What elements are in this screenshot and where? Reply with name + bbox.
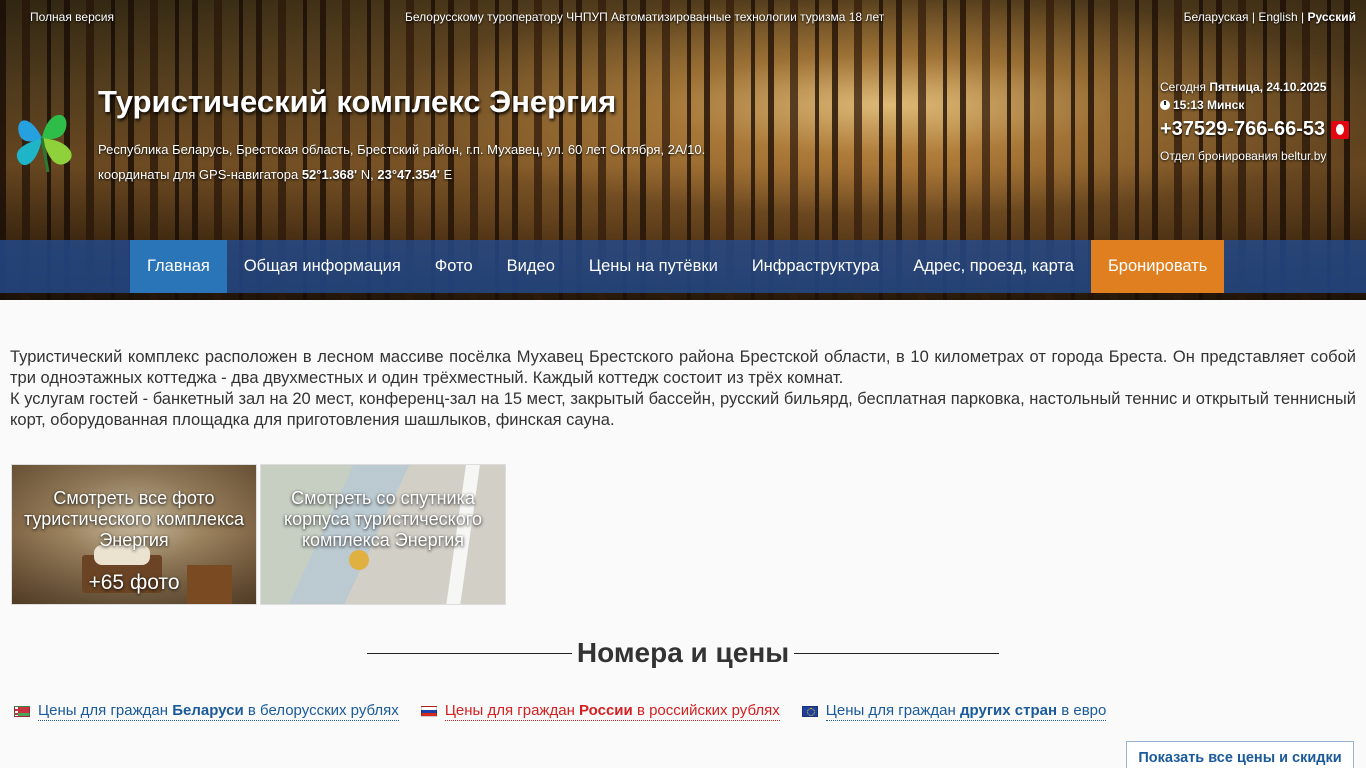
phone-value[interactable]: +37529-766-66-53 (1160, 118, 1325, 141)
section-title: Номера и цены (576, 637, 790, 668)
lang-english[interactable]: English (1258, 10, 1297, 24)
prices-russia-post: в российских рублях (636, 702, 780, 719)
price-links: Цены для граждан Беларуси в белорусских … (14, 702, 1107, 721)
coords-lat-suffix: N, (360, 167, 374, 182)
prices-other-link[interactable]: Цены для граждан других стран в евро (801, 702, 1107, 721)
intro-paragraph-1: Туристический комплекс расположен в лесн… (10, 348, 1356, 387)
clock-icon (1160, 100, 1170, 110)
prices-belarus-link[interactable]: Цены для граждан Беларуси в белорусских … (14, 702, 399, 721)
prices-belarus-post: в белорусских рублях (247, 702, 399, 719)
lang-russian[interactable]: Русский (1308, 10, 1357, 24)
nav-item-prices[interactable]: Цены на путёвки (572, 240, 735, 293)
clover-logo-icon[interactable] (8, 100, 78, 174)
site-header: Полная версия Белорусскому туроператору … (0, 0, 1366, 300)
gps-coordinates: координаты для GPS-навигатора 52°1.368' … (98, 167, 452, 182)
prices-russia-link[interactable]: Цены для граждан России в российских руб… (420, 702, 780, 721)
prices-other-text[interactable]: Цены для граждан других стран в евро (825, 702, 1107, 721)
nav-item-photo[interactable]: Фото (418, 240, 490, 293)
nav-item-book[interactable]: Бронировать (1090, 240, 1225, 293)
nav-item-infrastructure[interactable]: Инфраструктура (735, 240, 897, 293)
mts-operator-icon (1331, 120, 1350, 139)
intro-paragraph-2: К услугам гостей - банкетный зал на 20 м… (10, 390, 1356, 429)
prices-russia-pre: Цены для граждан (444, 702, 575, 719)
today-date: Сегодня Пятница, 24.10.2025 (1160, 80, 1349, 94)
prices-other-post: в евро (1061, 702, 1107, 719)
prices-other-country: других стран (959, 702, 1058, 719)
contact-info: Сегодня Пятница, 24.10.2025 15:13 Минск … (1160, 80, 1350, 163)
address: Республика Беларусь, Брестская область, … (98, 142, 706, 157)
full-version-link[interactable]: Полная версия (30, 10, 114, 24)
phone-number[interactable]: +37529-766-66-53 (1160, 118, 1350, 141)
all-photos-tile[interactable]: Смотреть все фото туристического комплек… (11, 464, 257, 605)
coords-lon: 23°47.354' (377, 167, 440, 182)
eu-flag-icon (801, 706, 818, 717)
lang-separator: | (1301, 10, 1305, 24)
booking-department: Отдел бронирования beltur.by (1160, 149, 1327, 163)
coords-lat: 52°1.368' (301, 167, 358, 182)
nav-item-address-map[interactable]: Адрес, проезд, карта (896, 240, 1091, 293)
today-value: Пятница, 24.10.2025 (1209, 80, 1327, 94)
heading-divider-right (794, 652, 1000, 654)
prices-russia-text[interactable]: Цены для граждан России в российских руб… (444, 702, 780, 721)
prices-other-pre: Цены для граждан (825, 702, 956, 719)
language-switcher: Беларуская | English | Русский (1184, 10, 1356, 24)
satellite-caption: Смотреть со спутника корпуса туристическ… (284, 488, 482, 550)
time-value: 15:13 Минск (1173, 98, 1245, 112)
photo-count: +65 фото (88, 571, 180, 594)
show-all-prices-button[interactable]: Показать все цены и скидки (1126, 741, 1354, 768)
lang-separator: | (1251, 10, 1255, 24)
tagline: Белорусскому туроператору ЧНПУП Автомати… (405, 10, 885, 24)
local-time: 15:13 Минск (1160, 98, 1349, 112)
satellite-view-tile[interactable]: Смотреть со спутника корпуса туристическ… (260, 464, 506, 605)
site-title[interactable]: Туристический комплекс Энергия (98, 84, 616, 120)
intro-text: Туристический комплекс расположен в лесн… (10, 347, 1356, 431)
heading-divider-left (367, 652, 572, 654)
map-marker-icon (349, 550, 369, 570)
prices-belarus-pre: Цены для граждан (38, 702, 169, 719)
all-photos-caption: Смотреть все фото туристического комплек… (23, 488, 245, 550)
today-label: Сегодня (1160, 80, 1206, 94)
prices-belarus-country: Беларуси (172, 702, 244, 719)
nav-item-general-info[interactable]: Общая информация (227, 240, 418, 293)
rooms-prices-heading: Номера и цены (367, 637, 1000, 669)
main-navigation: Главная Общая информация Фото Видео Цены… (0, 240, 1366, 293)
prices-russia-country: России (579, 702, 633, 719)
media-tiles: Смотреть все фото туристического комплек… (11, 464, 506, 605)
coords-label: координаты для GPS-навигатора (98, 167, 299, 182)
nav-item-home[interactable]: Главная (130, 240, 227, 293)
coords-lon-suffix: E (443, 167, 453, 182)
lang-belarusian[interactable]: Беларуская (1184, 10, 1249, 24)
russia-flag-icon (420, 706, 437, 717)
prices-belarus-text[interactable]: Цены для граждан Беларуси в белорусских … (38, 702, 399, 721)
nav-item-video[interactable]: Видео (490, 240, 572, 293)
belarus-flag-icon (14, 706, 30, 717)
